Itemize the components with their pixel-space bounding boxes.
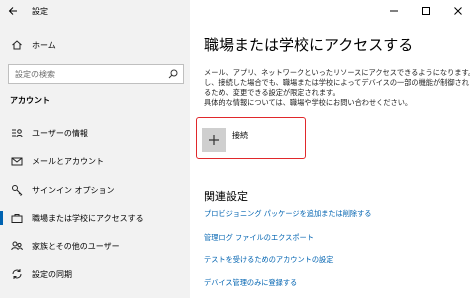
connect-label: 接続 (232, 131, 248, 140)
description: メール、アプリ、ネットワークといったリソースにアクセスできるようになります。ただ… (204, 68, 470, 108)
nav-home[interactable]: ホーム (0, 35, 190, 55)
link-device-management[interactable]: デバイス管理のみに登録する (204, 278, 297, 288)
minimize-icon (390, 10, 398, 12)
back-button[interactable] (0, 0, 26, 22)
page-title: 職場または学校にアクセスする (204, 36, 414, 54)
sidebar-item-signin[interactable]: サインイン オプション (0, 180, 190, 200)
sidebar-item-label: 家族とその他のユーザー (32, 241, 120, 251)
nav-home-label: ホーム (32, 40, 56, 50)
people-icon (10, 239, 24, 253)
sidebar-item-user-info[interactable]: ユーザーの情報 (0, 123, 190, 143)
window-controls (378, 0, 474, 22)
sidebar-item-family[interactable]: 家族とその他のユーザー (0, 236, 190, 256)
sidebar-item-label: ユーザーの情報 (32, 128, 88, 138)
description-line: メール、アプリ、ネットワークといったリソースにアクセスできるようになります。ただ (204, 68, 470, 77)
sidebar: 設定 ホーム 設定の検索 アカウント ユーザーの情報 メールとアカウント サイン… (0, 0, 190, 298)
link-export-log[interactable]: 管理ログ ファイルのエクスポート (204, 233, 314, 243)
user-info-icon (10, 126, 24, 140)
key-icon (10, 183, 24, 197)
connect-button[interactable]: 接続 (202, 128, 248, 152)
related-settings-title: 関連設定 (204, 190, 248, 203)
sidebar-item-label: メールとアカウント (32, 156, 104, 166)
back-arrow-icon (8, 7, 17, 15)
description-line: るため、変更できる設定が限定されます。 (204, 88, 340, 97)
briefcase-icon (10, 211, 24, 225)
sidebar-item-label: 設定の同期 (32, 269, 72, 279)
sidebar-item-label: 職場または学校にアクセスする (32, 213, 144, 223)
home-icon (10, 38, 24, 52)
close-button[interactable] (442, 0, 474, 22)
title-bar: 設定 (0, 0, 190, 22)
description-line: 具体的な情報については、職場や学校にお問い合わせください。 (204, 98, 413, 107)
sidebar-item-mail[interactable]: メールとアカウント (0, 151, 190, 171)
maximize-icon (422, 7, 430, 15)
sidebar-item-sync[interactable]: 設定の同期 (0, 264, 190, 284)
description-line: し、接続した場合でも、職場または学校によってデバイスの一部の機能が制御され (204, 78, 469, 87)
search-input[interactable]: 設定の検索 (9, 69, 163, 80)
link-test-account[interactable]: テストを受けるためのアカウントの設定 (204, 255, 333, 265)
section-label: アカウント (10, 96, 50, 105)
search-icon[interactable] (163, 65, 183, 83)
mail-icon (10, 154, 24, 168)
app-title: 設定 (32, 6, 48, 16)
close-icon (454, 7, 462, 15)
sidebar-item-work-school[interactable]: 職場または学校にアクセスする (0, 208, 190, 228)
maximize-button[interactable] (410, 0, 442, 22)
plus-icon (202, 128, 226, 152)
search-box[interactable]: 設定の検索 (8, 64, 184, 84)
link-provisioning-package[interactable]: プロビジョニング パッケージを追加または削除する (204, 209, 371, 219)
main-content: 職場または学校にアクセスする メール、アプリ、ネットワークといったリソースにアク… (190, 0, 474, 298)
sync-icon (10, 267, 24, 281)
sidebar-item-label: サインイン オプション (32, 185, 115, 195)
minimize-button[interactable] (378, 0, 410, 22)
